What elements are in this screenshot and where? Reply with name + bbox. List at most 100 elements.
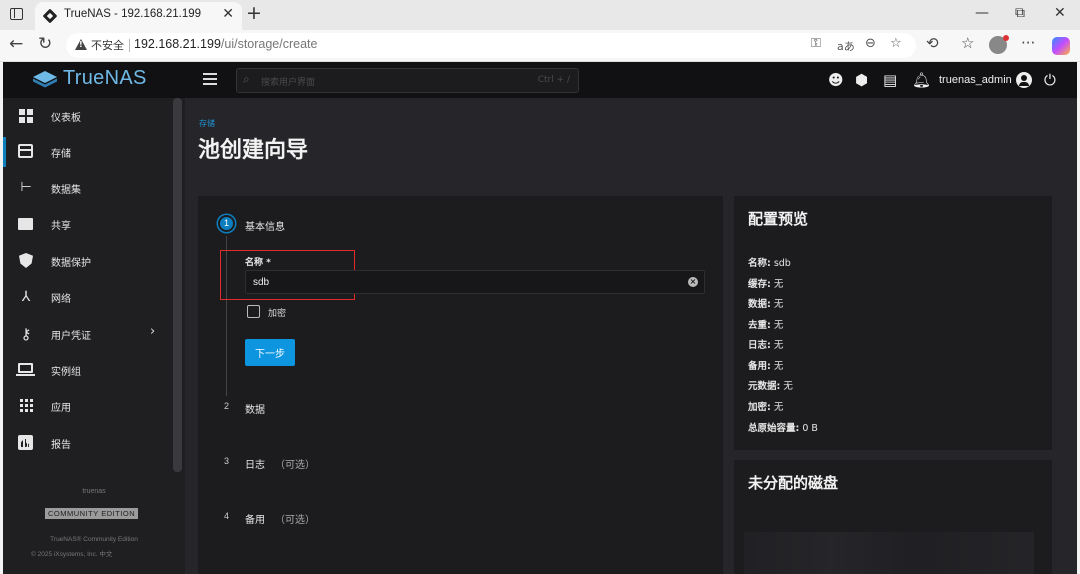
preview-row-name: 名称: sdb xyxy=(748,255,791,269)
brand-name[interactable]: TrueNAS xyxy=(63,67,147,90)
edition-badge: COMMUNITY EDITION xyxy=(45,508,139,519)
preview-value: 无 xyxy=(770,279,784,290)
step-number[interactable]: 3 xyxy=(218,453,235,470)
sidebar-item-label: 共享 xyxy=(51,221,71,232)
extensions-icon[interactable]: ⟲ xyxy=(926,34,939,52)
favorites-icon[interactable]: ☆ xyxy=(961,34,974,52)
sidebar-item-instances[interactable]: 实例组 xyxy=(3,352,171,388)
address-bar[interactable]: 不安全 192.168.21.199/ui/storage/create ⚿ a… xyxy=(66,33,916,58)
warning-icon[interactable] xyxy=(75,39,87,50)
sidebar-item-credentials[interactable]: ⚷ 用户凭证 › xyxy=(3,316,171,352)
notifications-bell-icon[interactable]: 🔔︎ xyxy=(912,71,931,89)
step-number[interactable]: 4 xyxy=(218,508,235,525)
copilot-icon[interactable] xyxy=(1052,37,1070,55)
tab-close-icon[interactable]: ✕ xyxy=(222,6,234,22)
step-label-spare[interactable]: 备用 （可选） xyxy=(245,511,315,526)
truecommand-icon[interactable]: ⬢ xyxy=(855,71,868,89)
report-icon xyxy=(18,435,34,451)
preview-row-raw-capacity: 总原始容量: 0 B xyxy=(748,420,818,434)
laptop-icon xyxy=(16,362,35,378)
dashboard-icon xyxy=(18,108,34,124)
storage-icon xyxy=(18,144,34,160)
truenas-logo-icon xyxy=(33,71,57,88)
step-label-log[interactable]: 日志 （可选） xyxy=(245,456,315,471)
minimize-button[interactable]: — xyxy=(975,5,989,21)
url-text[interactable]: 192.168.21.199/ui/storage/create xyxy=(134,37,317,51)
address-bar-row: ← ↻ 不安全 192.168.21.199/ui/storage/create… xyxy=(0,30,1080,62)
unassigned-disks-card: 未分配的磁盘 xyxy=(734,460,1052,574)
search-shortcut: Ctrl + / xyxy=(537,75,570,85)
password-key-icon[interactable]: ⚿ xyxy=(811,36,821,51)
clear-input-icon[interactable]: × xyxy=(688,277,698,287)
step-title: 数据 xyxy=(245,405,265,416)
footer-hostname: truenas xyxy=(82,488,106,495)
preview-value: 0 B xyxy=(799,423,818,434)
sidebar-item-network[interactable]: ⅄ 网络 xyxy=(3,279,171,315)
tab-actions-icon[interactable] xyxy=(10,8,23,20)
sidebar-item-reports[interactable]: 报告 xyxy=(3,425,171,461)
reload-icon[interactable]: ↻ xyxy=(38,34,52,54)
profile-avatar[interactable] xyxy=(989,35,1009,54)
name-field-label: 名称 * xyxy=(245,258,271,268)
preview-key: 备用: xyxy=(748,361,771,372)
preview-key: 元数据: xyxy=(748,381,781,392)
sidebar-item-shares[interactable]: 共享 xyxy=(3,206,171,242)
step-label-basic-info[interactable]: 基本信息 xyxy=(245,218,285,233)
sidebar-item-label: 数据集 xyxy=(51,185,81,196)
footer-copyright[interactable]: © 2025 iXsystems, Inc. 中文 xyxy=(31,548,112,558)
pool-name-value: sdb xyxy=(253,277,270,288)
jobs-clipboard-icon[interactable]: ▤ xyxy=(883,71,897,89)
chevron-right-icon: › xyxy=(150,324,156,339)
new-tab-button[interactable]: + xyxy=(246,2,262,24)
preview-row-metadata: 元数据: 无 xyxy=(748,378,793,392)
pool-name-input[interactable]: sdb × xyxy=(245,270,705,294)
browser-tab-strip: TrueNAS - 192.168.21.199 ✕ + — ⧉ ✕ xyxy=(0,0,1080,30)
network-icon: ⅄ xyxy=(21,289,31,305)
truenas-favicon-icon xyxy=(42,8,58,24)
sidebar-item-label: 应用 xyxy=(51,403,71,414)
step-number-active[interactable]: 1 xyxy=(218,215,235,232)
feedback-smiley-icon[interactable]: ☻ xyxy=(828,71,844,89)
restore-button[interactable]: ⧉ xyxy=(1015,5,1025,21)
more-menu-icon[interactable]: ··· xyxy=(1021,34,1035,52)
preview-value: 无 xyxy=(770,340,784,351)
username[interactable]: truenas_admin xyxy=(939,74,1012,86)
power-icon[interactable]: ⏻ xyxy=(1044,71,1056,89)
encryption-checkbox[interactable] xyxy=(247,305,260,318)
preview-key: 数据: xyxy=(748,299,771,310)
step-label-data[interactable]: 数据 xyxy=(245,401,265,416)
step-number[interactable]: 2 xyxy=(218,398,235,415)
favorite-star-icon[interactable]: ☆ xyxy=(890,36,902,51)
global-search[interactable]: ⌕ 搜索用户界面 Ctrl + / xyxy=(236,68,579,93)
preview-row-data: 数据: 无 xyxy=(748,296,783,310)
preview-title: 配置预览 xyxy=(748,210,809,228)
account-icon[interactable] xyxy=(1016,72,1032,88)
encryption-label[interactable]: 加密 xyxy=(268,306,286,319)
close-window-button[interactable]: ✕ xyxy=(1054,5,1066,21)
sidebar-item-dashboard[interactable]: 仪表板 xyxy=(3,98,171,134)
sidebar-item-data-protection[interactable]: 数据保护 xyxy=(3,243,171,279)
sidebar-scrollbar[interactable] xyxy=(173,98,182,472)
breadcrumb[interactable]: 存储 xyxy=(199,118,215,129)
sidebar-item-label: 实例组 xyxy=(51,367,81,378)
preview-value: sdb xyxy=(770,258,791,269)
security-status[interactable]: 不安全 xyxy=(91,37,124,53)
step-title: 日志 xyxy=(245,460,265,471)
search-icon: ⌕ xyxy=(243,72,250,86)
preview-value: 无 xyxy=(770,299,784,310)
sidebar-item-storage[interactable]: 存储 xyxy=(3,134,171,170)
read-aloud-icon[interactable]: aあ xyxy=(837,38,855,54)
sidebar-item-apps[interactable]: 应用 xyxy=(3,388,171,424)
next-button[interactable]: 下一步 xyxy=(245,339,295,366)
search-placeholder: 搜索用户界面 xyxy=(261,78,316,88)
zoom-icon[interactable]: ⊖ xyxy=(865,36,876,51)
sidebar-item-datasets[interactable]: ⊢ 数据集 xyxy=(3,170,171,206)
preview-key: 缓存: xyxy=(748,279,771,290)
configuration-preview-card: 配置预览 名称: sdb 缓存: 无 数据: 无 去重: 无 日志: 无 备用:… xyxy=(734,196,1052,450)
browser-tab[interactable]: TrueNAS - 192.168.21.199 ✕ xyxy=(35,2,242,30)
preview-value: 无 xyxy=(770,402,784,413)
preview-row-dedup: 去重: 无 xyxy=(748,317,783,331)
menu-toggle-icon[interactable] xyxy=(203,73,217,85)
preview-value: 无 xyxy=(770,361,784,372)
back-icon[interactable]: ← xyxy=(9,34,23,54)
